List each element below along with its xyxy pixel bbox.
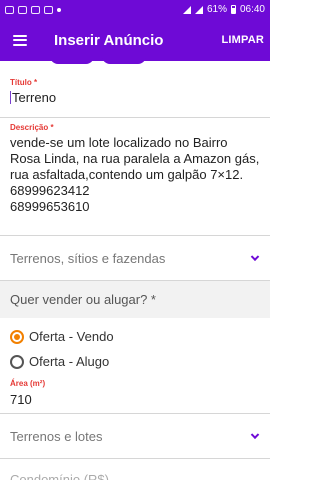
notification-icon: [5, 5, 14, 14]
chevron-down-icon: [250, 430, 260, 440]
text-caret: [10, 91, 11, 104]
description-field[interactable]: Descrição * vende-se um lote localizado …: [0, 118, 270, 236]
radio-option-label: Oferta - Alugo: [29, 354, 110, 369]
ad-form: Título * Terreno Descrição * vende-se um…: [0, 61, 270, 480]
title-label: Título *: [10, 78, 38, 87]
area-field[interactable]: Área (m²) 710: [0, 374, 270, 414]
clock: 06:40: [239, 4, 265, 15]
radio-option-rent[interactable]: Oferta - Alugo: [0, 349, 270, 374]
category-select[interactable]: Terrenos, sítios e fazendas: [0, 236, 270, 281]
area-label: Área (m²): [10, 379, 46, 388]
description-label: Descrição *: [10, 123, 54, 132]
category-select-value: Terrenos, sítios e fazendas: [10, 250, 166, 266]
battery-icon: [230, 5, 236, 14]
condo-placeholder: Condomínio (R$): [10, 471, 109, 480]
notification-icon: [44, 5, 53, 14]
clear-button[interactable]: LIMPAR: [221, 34, 264, 46]
subcategory-select[interactable]: Terrenos e lotes: [0, 414, 270, 459]
notification-icon: [18, 5, 27, 14]
subcategory-select-value: Terrenos e lotes: [10, 428, 103, 444]
description-input[interactable]: vende-se um lote localizado no Bairro Ro…: [10, 135, 260, 215]
battery-percent: 61%: [206, 4, 227, 15]
radio-option-sell[interactable]: Oferta - Vendo: [0, 324, 270, 349]
title-input[interactable]: Terreno: [10, 90, 260, 106]
sell-or-rent-question: Quer vender ou alugar? *: [0, 281, 270, 318]
radio-checked-icon[interactable]: [10, 329, 24, 344]
radio-option-label: Oferta - Vendo: [29, 329, 114, 344]
more-dot-icon: [57, 7, 61, 12]
title-field[interactable]: Título * Terreno: [0, 61, 270, 118]
chevron-down-icon: [250, 252, 260, 262]
status-bar: 61% 06:40: [0, 0, 270, 19]
notification-icon: [31, 5, 40, 14]
menu-button[interactable]: [0, 19, 40, 61]
condo-field[interactable]: Condomínio (R$): [0, 459, 270, 480]
radio-unchecked-icon[interactable]: [10, 354, 24, 369]
title-input-value: Terreno: [12, 90, 57, 105]
hamburger-icon: [13, 34, 27, 46]
page-title: Inserir Anúncio: [54, 31, 164, 49]
area-input[interactable]: 710: [10, 392, 260, 408]
app-bar: Inserir Anúncio LIMPAR: [0, 19, 270, 61]
signal-icon: [194, 5, 203, 14]
wifi-icon: [182, 5, 191, 14]
